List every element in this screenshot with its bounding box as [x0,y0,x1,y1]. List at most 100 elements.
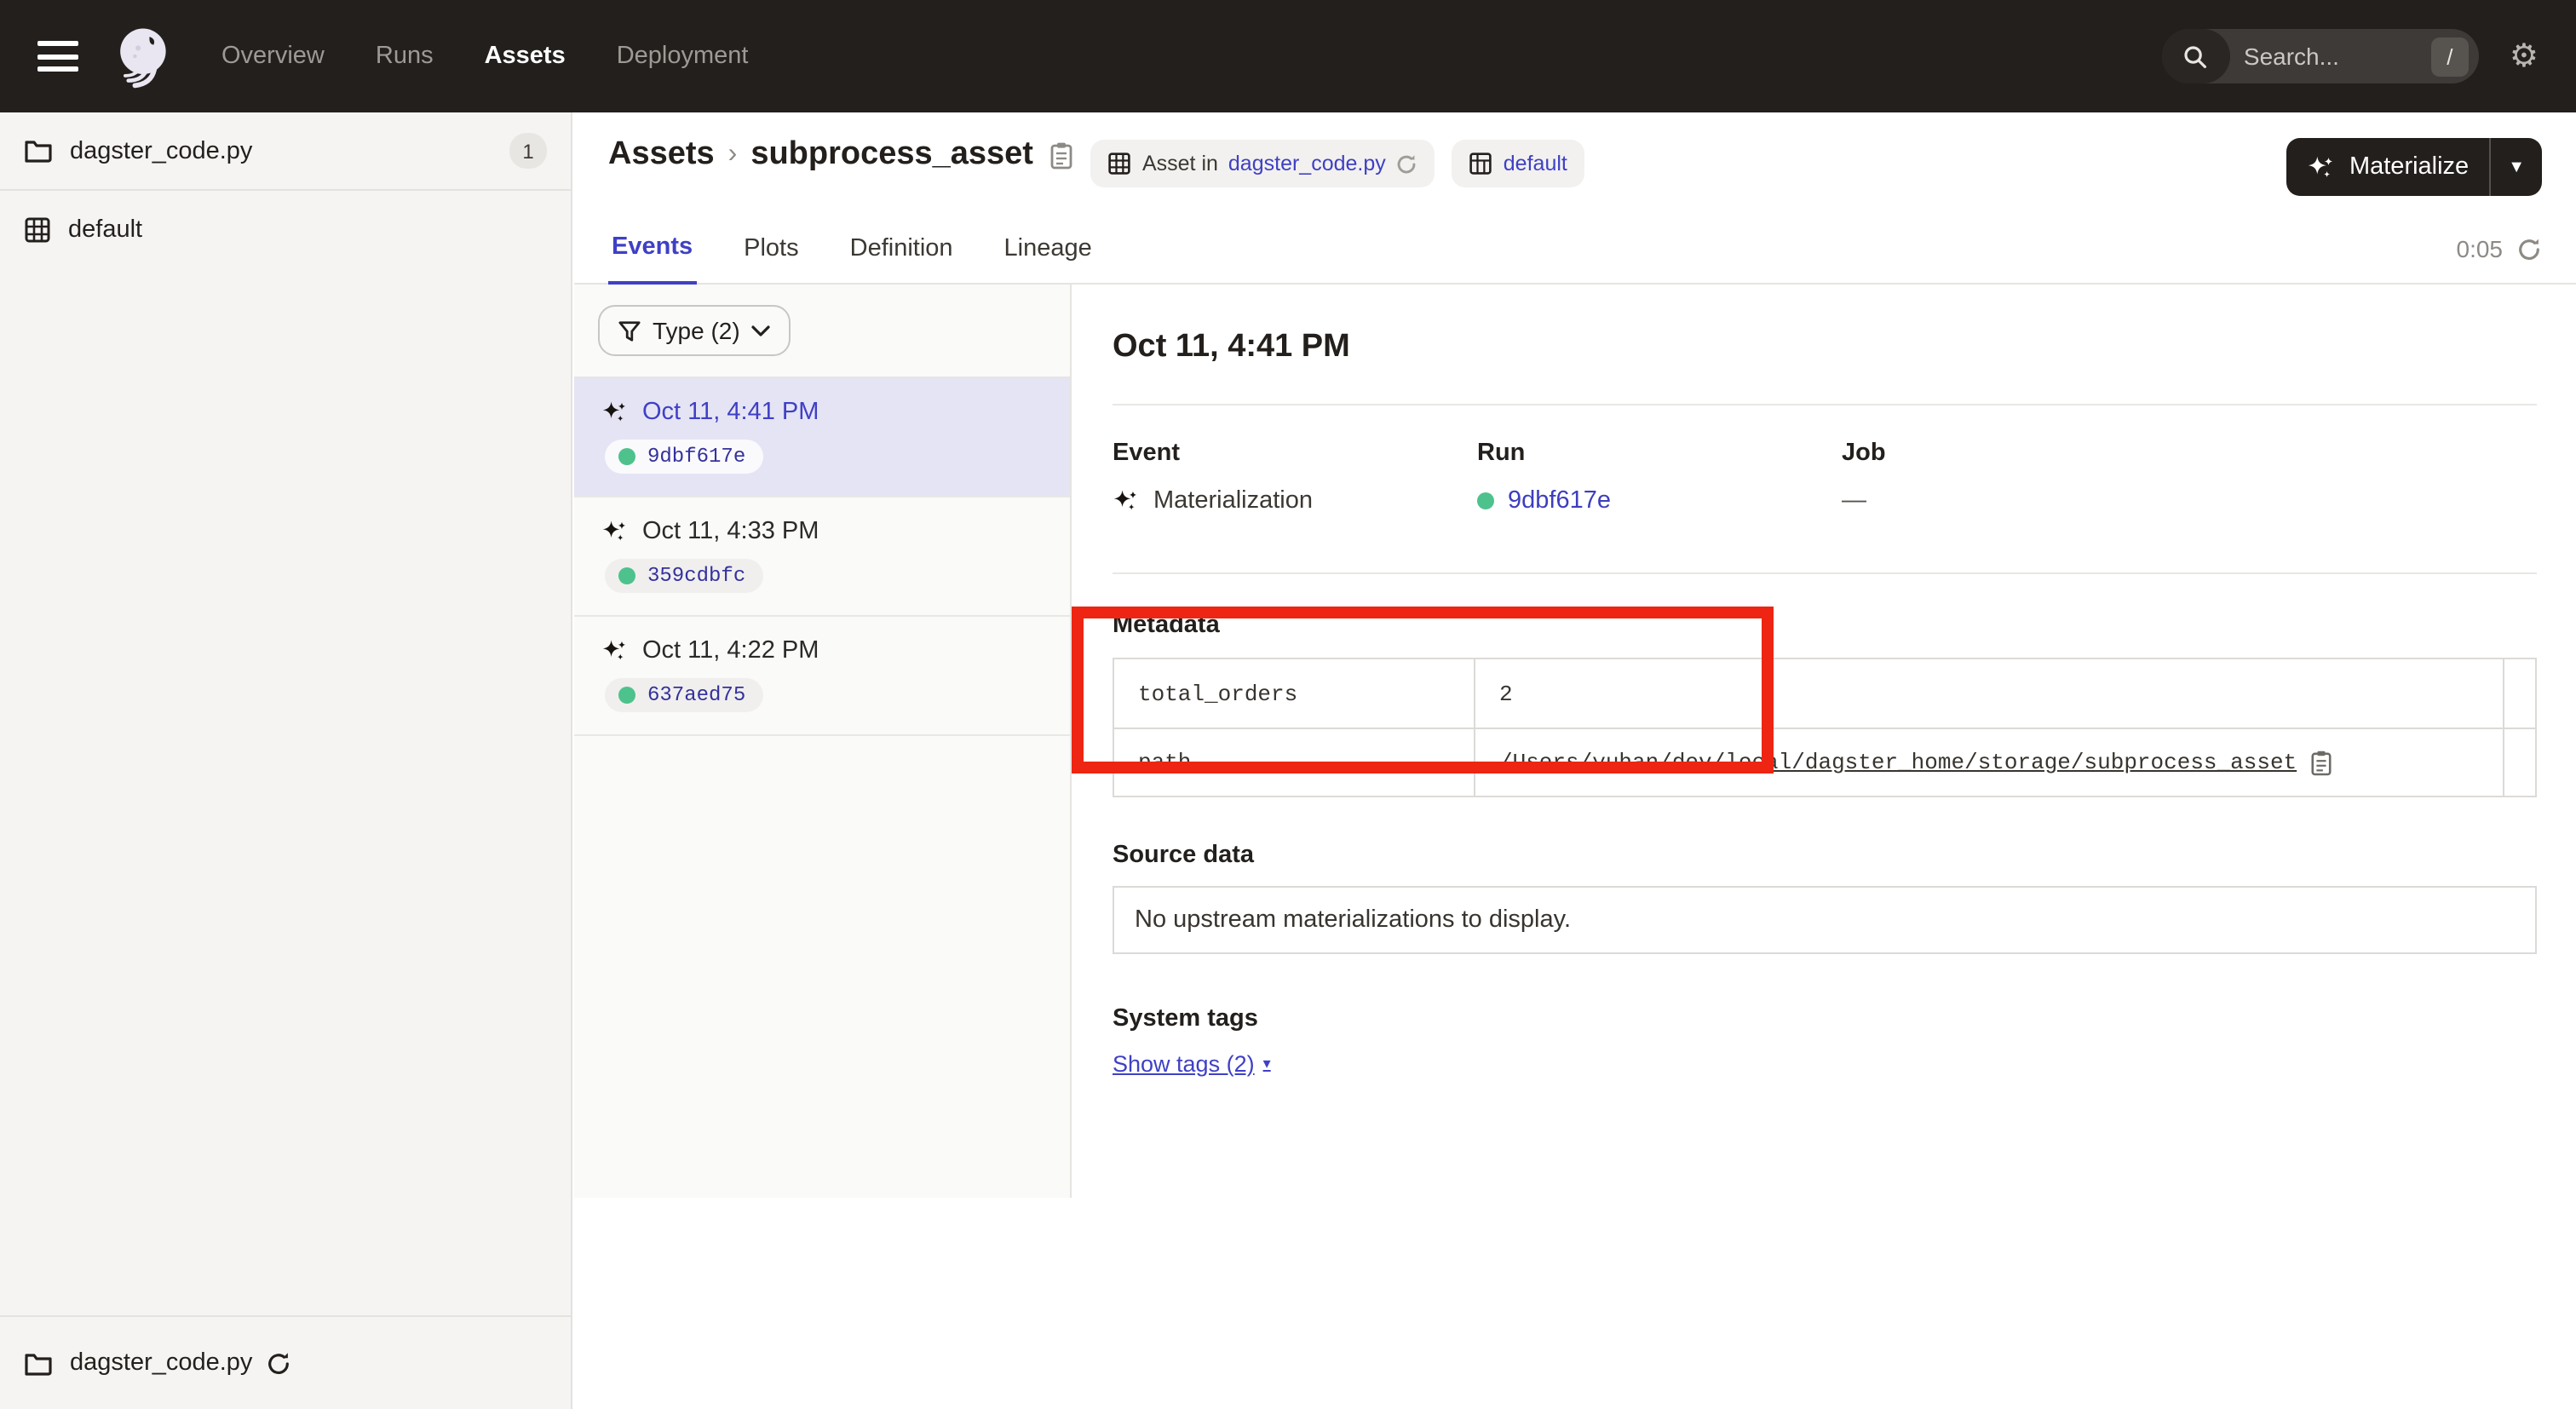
search-shortcut-key: / [2431,37,2469,76]
top-nav: Overview Runs Assets Deployment Search..… [0,0,2576,112]
job-empty-value: — [1842,487,1866,515]
asset-location-badge: Asset in dagster_code.py [1091,140,1435,187]
settings-gear-icon[interactable]: ⚙ [2510,40,2539,72]
asset-sidebar: dagster_code.py 1 default dagster_code.p… [0,112,572,1409]
reload-definitions-icon[interactable] [1396,152,1418,175]
clipboard-icon [1050,141,1074,170]
metadata-key: total_orders [1114,659,1475,728]
main-content: Assets › subprocess_asset [574,112,2576,1409]
run-status-dot [618,687,635,704]
metadata-value: 2 [1475,659,2504,728]
nav-runs[interactable]: Runs [376,43,434,70]
refresh-icon[interactable] [2516,236,2542,262]
sidebar-item-code-location[interactable]: dagster_code.py 1 [0,112,571,191]
folder-icon [24,138,53,164]
search-placeholder: Search... [2244,43,2431,70]
materialize-button[interactable]: Materialize [2286,138,2491,196]
event-type-value: Materialization [1153,487,1313,515]
breadcrumb: Assets › subprocess_asset [608,136,1074,174]
breadcrumb-assets-link[interactable]: Assets [608,136,715,174]
app-window: Overview Runs Assets Deployment Search..… [0,0,2576,1409]
sidebar-footer: dagster_code.py [0,1315,571,1409]
nav-assets[interactable]: Assets [485,43,566,70]
metadata-row: path /Users/yuhan/dev/local/dagster_home… [1114,728,2535,796]
job-column: Job — [1842,440,2537,515]
tab-events[interactable]: Events [608,233,696,285]
sidebar-item-group-default[interactable]: default [0,191,571,269]
refresh-countdown: 0:05 [2457,235,2504,262]
sidebar-item-label: default [68,216,142,244]
metadata-table: total_orders 2 path /Users/yuhan/dev/loc… [1113,658,2537,797]
group-link[interactable]: default [1504,152,1567,175]
materialize-dropdown-button[interactable]: ▼ [2491,138,2542,196]
reload-location-icon[interactable] [266,1350,291,1376]
tab-lineage[interactable]: Lineage [1001,235,1095,283]
table-grid-icon [1108,152,1132,175]
metadata-path-link[interactable]: /Users/yuhan/dev/local/dagster_home/stor… [1499,750,2297,775]
clipboard-icon [2310,749,2332,776]
run-id: 359cdbfc [647,564,745,588]
run-column: Run 9dbf617e [1477,440,1842,515]
show-tags-toggle[interactable]: Show tags (2) ▾ [1113,1051,1271,1077]
tab-definition[interactable]: Definition [847,235,957,283]
run-id: 9dbf617e [647,445,745,469]
search-icon [2183,43,2209,69]
asset-tabs: Events Plots Definition Lineage 0:05 [574,213,2576,285]
chevron-down-icon [752,325,771,336]
type-filter-button[interactable]: Type (2) [598,305,791,356]
run-status-dot [618,567,635,584]
materialization-sparkle-icon [601,637,629,664]
copy-path-button[interactable] [2310,749,2332,776]
primary-nav: Overview Runs Assets Deployment [221,43,748,70]
page-title: subprocess_asset [750,136,1033,174]
caret-down-icon: ▾ [1263,1055,1271,1073]
job-column-label: Job [1842,440,2537,467]
hamburger-menu-icon[interactable] [37,41,78,72]
nav-overview[interactable]: Overview [221,43,325,70]
run-status-dot [1477,492,1494,509]
metadata-heading: Metadata [1113,612,2537,639]
asset-group-icon [24,216,51,244]
code-location-link[interactable]: dagster_code.py [1228,152,1386,175]
event-timestamp: Oct 11, 4:22 PM [642,637,819,664]
breadcrumb-separator: › [728,140,738,170]
run-status-dot [618,448,635,465]
event-detail-title: Oct 11, 4:41 PM [1113,329,2537,366]
asset-group-badge: default [1452,140,1584,187]
run-id-pill[interactable]: 9dbf617e [605,440,762,474]
events-list-panel: Type (2) Oct 11, 4:41 PM [574,285,1072,1198]
dagster-logo[interactable] [106,20,177,92]
asset-header: Assets › subprocess_asset [574,112,2576,196]
event-timestamp: Oct 11, 4:41 PM [642,399,819,426]
sparkle-icon [2307,152,2336,181]
run-id-pill[interactable]: 637aed75 [605,678,762,712]
event-list-item[interactable]: Oct 11, 4:41 PM 9dbf617e [574,378,1070,497]
run-id-link[interactable]: 9dbf617e [1508,487,1611,515]
run-id: 637aed75 [647,683,745,707]
filter-funnel-icon [618,319,641,342]
event-list-item[interactable]: Oct 11, 4:22 PM 637aed75 [574,617,1070,736]
sidebar-footer-label: dagster_code.py [70,1349,252,1377]
run-column-label: Run [1477,440,1842,467]
asset-group-icon [1469,152,1493,175]
sidebar-footer-code-location[interactable]: dagster_code.py [0,1317,571,1409]
metadata-row: total_orders 2 [1114,659,2535,728]
copy-asset-name-button[interactable] [1050,141,1074,170]
source-data-empty-state: No upstream materializations to display. [1113,886,2537,954]
run-id-pill[interactable]: 359cdbfc [605,559,762,593]
event-list-item[interactable]: Oct 11, 4:33 PM 359cdbfc [574,497,1070,617]
materialization-sparkle-icon [601,518,629,545]
materialization-sparkle-icon [601,399,629,426]
tab-plots[interactable]: Plots [740,235,802,283]
folder-icon [24,1350,53,1376]
event-column: Event Materialization [1113,440,1477,515]
materialization-sparkle-icon [1113,487,1140,515]
event-timestamp: Oct 11, 4:33 PM [642,518,819,545]
sidebar-item-label: dagster_code.py [70,137,252,164]
system-tags-heading: System tags [1113,1005,2537,1032]
search-input[interactable]: Search... / [2162,29,2479,83]
source-data-heading: Source data [1113,842,2537,869]
event-column-label: Event [1113,440,1477,467]
nav-deployment[interactable]: Deployment [617,43,749,70]
asset-in-label: Asset in [1142,152,1218,175]
